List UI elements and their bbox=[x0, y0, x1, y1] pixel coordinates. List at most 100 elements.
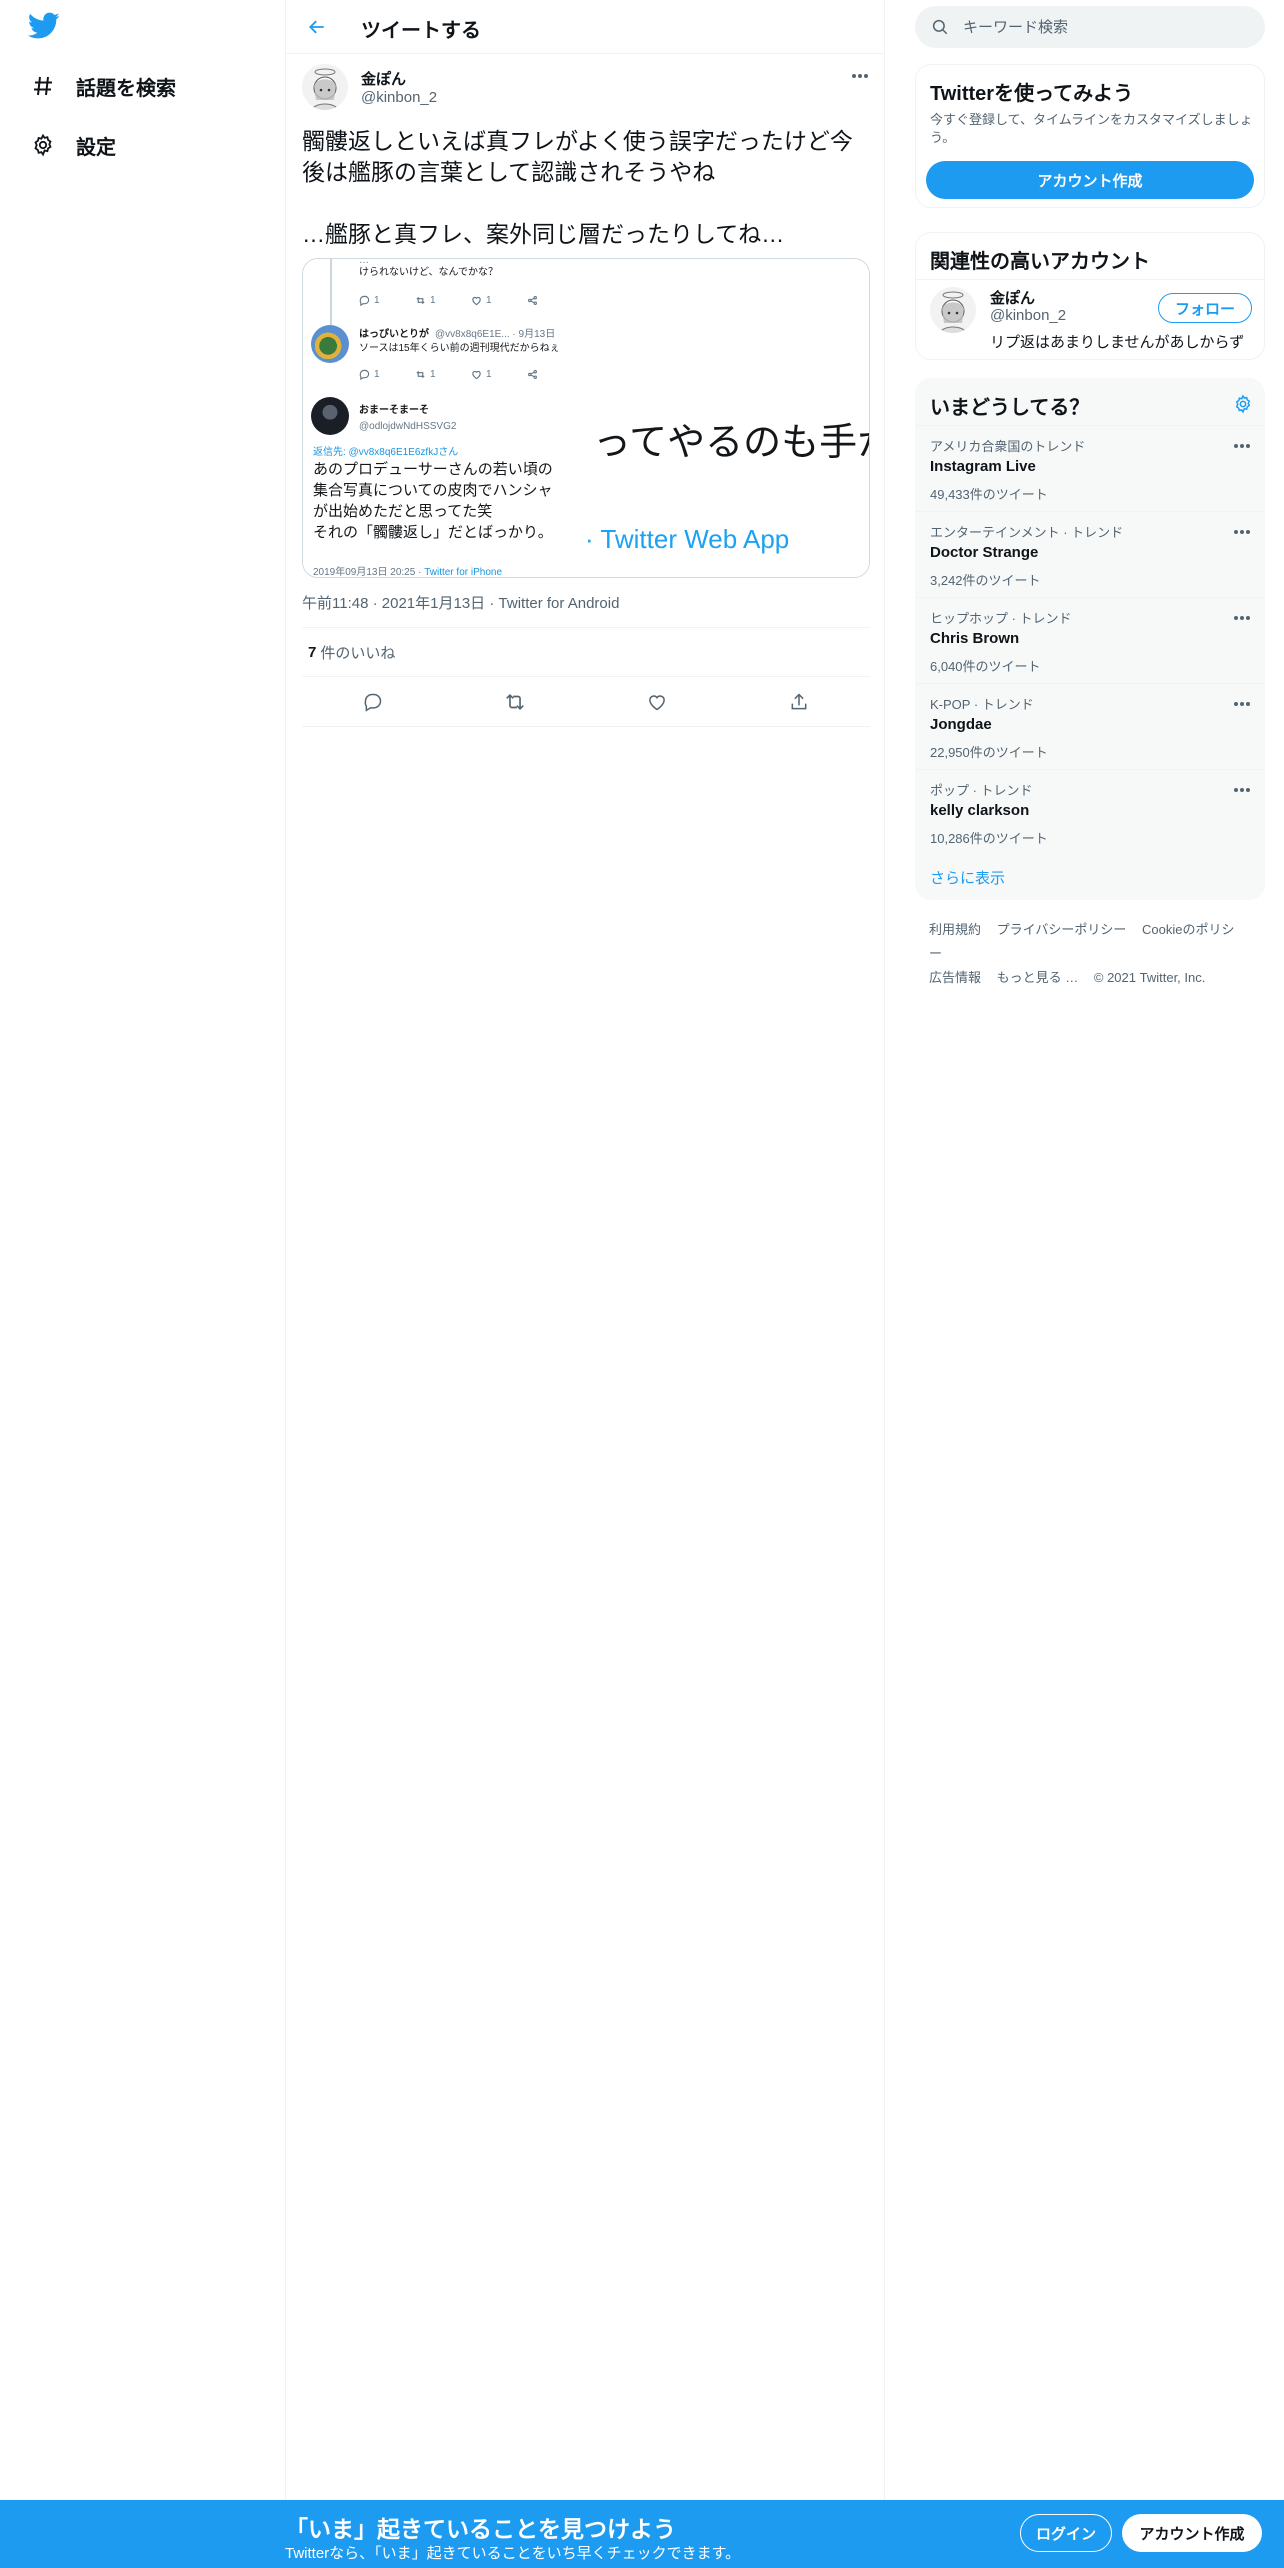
trend-count: 10,286件のツイート bbox=[930, 831, 1048, 846]
footer-link-more[interactable]: もっと見る … bbox=[997, 970, 1079, 985]
bottom-bar-subtitle: Twitterなら、「いま」起きていることをいち早くチェックできます。 bbox=[285, 2545, 741, 2562]
reply1-text: ソースは15年くらい前の週刊現代だからねぇ bbox=[359, 343, 560, 354]
back-button[interactable] bbox=[302, 12, 332, 42]
footer-copyright: © 2021 Twitter, Inc. bbox=[1093, 970, 1206, 985]
trends-title: いまどうしてる？ bbox=[930, 397, 1090, 419]
footer-link-privacy[interactable]: プライバシーポリシー bbox=[997, 922, 1127, 937]
nav-explore-label: 話題を検索 bbox=[76, 77, 176, 100]
page-header: ツイートする bbox=[286, 0, 884, 54]
more-options-icon[interactable] bbox=[1228, 438, 1256, 454]
author-handle[interactable]: @kinbon_2 bbox=[361, 89, 437, 106]
reply-to: 返信先: @vv8x8q6E1E6zfkJさん bbox=[313, 447, 459, 458]
trend-context: ポップ · トレンド bbox=[930, 783, 1033, 798]
more-options-icon[interactable] bbox=[846, 66, 874, 86]
login-button[interactable]: ログイン bbox=[1020, 2514, 1112, 2552]
trend-context: K-POP · トレンド bbox=[930, 697, 1034, 712]
bottom-signup-bar: 「いま」起きていることを見つけよう Twitterなら、「いま」起きていることを… bbox=[0, 2500, 1284, 2568]
screenshot-right-panel: ってやるのも手か · Twitter Web App bbox=[585, 259, 870, 577]
tweet-time[interactable]: 午前11:48 bbox=[302, 595, 368, 612]
footer-link-ads[interactable]: 広告情報 bbox=[929, 970, 981, 985]
search-box[interactable] bbox=[915, 6, 1265, 48]
related-handle[interactable]: @kinbon_2 bbox=[990, 307, 1066, 324]
related-title: 関連性の高いアカウント bbox=[930, 251, 1150, 273]
create-account-button[interactable]: アカウント作成 bbox=[926, 161, 1254, 199]
reply-button[interactable] bbox=[353, 682, 393, 722]
reply2-name: おまーそまーそ bbox=[359, 405, 429, 416]
follow-button[interactable]: フォロー bbox=[1158, 293, 1252, 323]
signup-description: 今すぐ登録して、タイムラインをカスタマイズしましょう。 bbox=[930, 112, 1253, 145]
avatar[interactable] bbox=[302, 64, 348, 110]
avatar[interactable] bbox=[930, 287, 976, 333]
divider bbox=[916, 279, 1264, 280]
footer-links: 利用規約 プライバシーポリシー Cookieのポリシー 広告情報 もっと見る …… bbox=[929, 918, 1259, 990]
reply-icon bbox=[364, 693, 382, 712]
screenshot-app-text: · Twitter Web App bbox=[585, 524, 790, 554]
related-bio: リプ返はあまりしませんがあしからず bbox=[990, 334, 1245, 351]
trend-item[interactable]: エンターテインメント · トレンド Doctor Strange 3,242件の… bbox=[916, 511, 1264, 597]
author-name[interactable]: 金ぽん bbox=[361, 68, 406, 89]
related-name[interactable]: 金ぽん bbox=[990, 287, 1035, 308]
bottom-create-account-button[interactable]: アカウント作成 bbox=[1122, 2514, 1262, 2552]
gear-icon[interactable] bbox=[1228, 389, 1258, 419]
tweet-image[interactable]: … けられないけど、なんでかな？ 1 1 1 はっぴいとりが @vv8x8q6E… bbox=[302, 258, 870, 578]
reply2-timestamp: 2019年09月13日 20:25 · Twitter for iPhone bbox=[313, 567, 502, 578]
trend-count: 6,040件のツイート bbox=[930, 659, 1041, 674]
like-count-1: 1 bbox=[471, 295, 527, 306]
search-input[interactable] bbox=[963, 18, 1243, 36]
trend-name: Instagram Live bbox=[930, 458, 1036, 475]
tweet-client[interactable]: Twitter for Android bbox=[499, 595, 620, 612]
arrow-left-icon bbox=[309, 20, 324, 34]
trend-name: kelly clarkson bbox=[930, 802, 1030, 819]
page-title: ツイートする bbox=[361, 20, 481, 42]
reply1-name: はっぴいとりが bbox=[359, 329, 429, 340]
like-label: 件のいいね bbox=[320, 644, 396, 662]
show-more-link[interactable]: さらに表示 bbox=[930, 867, 1005, 888]
footer-link-terms[interactable]: 利用規約 bbox=[929, 922, 981, 937]
like-button[interactable] bbox=[637, 682, 677, 722]
nav-explore[interactable]: 話題を検索 bbox=[28, 66, 176, 106]
more-options-icon[interactable] bbox=[1228, 782, 1256, 798]
reply2-body: あのプロデューサーさんの若い頃の 集合写真についての皮肉でハンシャ が出始めただ… bbox=[313, 461, 553, 541]
main-column: ツイートする 金ぽん @kinbon_2 髑髏返しといえば真フレがよく使う誤字だ… bbox=[285, 0, 885, 2500]
nav-settings[interactable]: 設定 bbox=[28, 125, 116, 165]
reply-avatar-2 bbox=[311, 397, 349, 435]
nav-settings-label: 設定 bbox=[76, 136, 116, 159]
signup-panel: Twitterを使ってみよう 今すぐ登録して、タイムラインをカスタマイズしましょ… bbox=[915, 64, 1265, 208]
more-options-icon[interactable] bbox=[1228, 696, 1256, 712]
retweet-button[interactable] bbox=[495, 682, 535, 722]
screenshot-left-panel: … けられないけど、なんでかな？ 1 1 1 はっぴいとりが @vv8x8q6E… bbox=[303, 259, 585, 578]
gear-icon bbox=[28, 130, 58, 160]
share-icon bbox=[791, 692, 807, 709]
trend-name: Jongdae bbox=[930, 716, 992, 733]
tweet-actions bbox=[302, 677, 870, 727]
reply2-handle: @odlojdwNdHSSVG2 bbox=[359, 421, 457, 432]
more-options-icon[interactable] bbox=[1228, 524, 1256, 540]
quoted-actions-1: 1 1 1 bbox=[359, 295, 583, 306]
quoted-text-1: けられないけど、なんでかな？ bbox=[359, 267, 498, 278]
share-button[interactable] bbox=[779, 682, 819, 722]
trend-item[interactable]: アメリカ合衆国のトレンド Instagram Live 49,433件のツイート bbox=[916, 425, 1264, 511]
share-icon bbox=[527, 295, 583, 306]
retweet-count-1: 1 bbox=[415, 295, 471, 306]
more-options-icon[interactable] bbox=[1228, 610, 1256, 626]
related-accounts-panel: 関連性の高いアカウント 金ぽん @kinbon_2 リプ返はあまりしませんがあし… bbox=[915, 232, 1265, 360]
tweet-text: 髑髏返しといえば真フレがよく使う誤字だったけど今後は艦豚の言葉として認識されそう… bbox=[302, 128, 853, 247]
screenshot-big-text: ってやるのも手か bbox=[593, 422, 870, 464]
like-count-2: 1 bbox=[471, 369, 527, 380]
meta-separator: · bbox=[489, 595, 495, 612]
thread-line bbox=[330, 259, 332, 325]
trend-context: ヒップホップ · トレンド bbox=[930, 611, 1072, 626]
trend-name: Doctor Strange bbox=[930, 544, 1039, 561]
trend-item[interactable]: K-POP · トレンド Jongdae 22,950件のツイート bbox=[916, 683, 1264, 769]
tweet-date[interactable]: 2021年1月13日 bbox=[382, 595, 485, 612]
twitter-bird-icon[interactable] bbox=[28, 12, 62, 42]
trend-count: 49,433件のツイート bbox=[930, 487, 1048, 502]
trend-item[interactable]: ポップ · トレンド kelly clarkson 10,286件のツイート bbox=[916, 769, 1264, 855]
trend-context: エンターテインメント · トレンド bbox=[930, 525, 1124, 540]
heart-icon bbox=[649, 694, 665, 710]
trend-context: アメリカ合衆国のトレンド bbox=[930, 439, 1086, 454]
like-count: 7 bbox=[308, 643, 317, 661]
trend-item[interactable]: ヒップホップ · トレンド Chris Brown 6,040件のツイート bbox=[916, 597, 1264, 683]
like-stats[interactable]: 7 件のいいね bbox=[302, 627, 870, 677]
trend-name: Chris Brown bbox=[930, 630, 1020, 647]
